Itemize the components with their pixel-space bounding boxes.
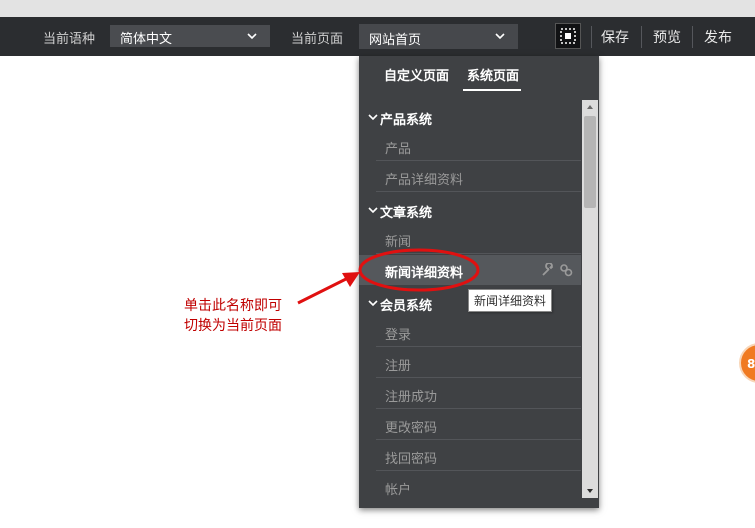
list-item-label: 找回密码: [385, 452, 438, 467]
list-item-label: 注册: [385, 359, 412, 374]
scroll-down-arrow-icon[interactable]: [582, 484, 598, 498]
publish-button[interactable]: 发布: [704, 27, 732, 47]
caret-down-icon: [368, 207, 378, 214]
list-item-label: 登录: [385, 328, 412, 343]
save-button[interactable]: 保存: [601, 27, 629, 47]
list-item-label: 帐户: [385, 483, 412, 498]
row-divider: [376, 470, 581, 471]
editor-toolbar: 当前语种 简体中文 当前页面 网站首页 保存 预览 发布: [0, 17, 755, 56]
list-item-label: 注册成功: [385, 390, 438, 405]
scroll-up-arrow-icon[interactable]: [582, 100, 598, 114]
row-divider: [376, 439, 581, 440]
scrollbar-thumb[interactable]: [584, 116, 596, 208]
annotation-line-1: 单击此名称即可: [184, 298, 282, 314]
group-header-article[interactable]: 文章系统: [359, 197, 581, 225]
list-item[interactable]: 注册: [359, 348, 581, 378]
toolbar-divider: [641, 26, 642, 48]
annotation-ellipse: [358, 248, 480, 292]
caret-down-icon: [368, 114, 378, 121]
active-tab-indicator: [463, 89, 521, 91]
dotted-square-icon: [560, 28, 576, 44]
tab-system-pages[interactable]: 系统页面: [467, 65, 519, 84]
group-title: 产品系统: [380, 113, 433, 128]
row-divider: [376, 160, 581, 161]
chevron-down-icon: [247, 33, 257, 40]
list-item[interactable]: 登录: [359, 317, 581, 347]
page-label: 当前页面: [291, 32, 344, 47]
list-item-label: 产品详细资料: [385, 173, 464, 188]
row-divider: [376, 191, 581, 192]
chevron-down-icon: [495, 33, 505, 40]
list-item[interactable]: 注册成功: [359, 379, 581, 409]
list-item[interactable]: 帐户: [359, 472, 581, 502]
page-select[interactable]: 网站首页: [359, 24, 518, 49]
link-icon[interactable]: [559, 263, 573, 277]
annotation-note: 单击此名称即可 切换为当前页面: [184, 296, 282, 336]
list-item[interactable]: 产品详细资料: [359, 162, 581, 192]
language-select-value: 简体中文: [120, 32, 173, 47]
group-header-product[interactable]: 产品系统: [359, 104, 581, 132]
toolbar-divider: [591, 26, 592, 48]
list-item-label: 产品: [385, 142, 412, 157]
wrench-icon[interactable]: [541, 263, 555, 277]
selection-mode-button[interactable]: [555, 23, 581, 49]
list-item-label: 更改密码: [385, 421, 438, 436]
language-select[interactable]: 简体中文: [110, 25, 270, 47]
group-title: 文章系统: [380, 206, 433, 221]
preview-button[interactable]: 预览: [653, 27, 681, 47]
list-item[interactable]: 更改密码: [359, 410, 581, 440]
toolbar-divider: [692, 26, 693, 48]
dropdown-tabs: 自定义页面 系统页面: [359, 56, 599, 94]
row-divider: [376, 408, 581, 409]
list-item[interactable]: 找回密码: [359, 441, 581, 471]
caret-down-icon: [368, 300, 378, 307]
page-select-value: 网站首页: [369, 33, 422, 48]
row-divider: [376, 377, 581, 378]
row-divider: [376, 346, 581, 347]
floating-badge[interactable]: 8: [739, 343, 755, 383]
group-title: 会员系统: [380, 299, 433, 314]
tab-custom-pages[interactable]: 自定义页面: [384, 65, 449, 84]
annotation-arrow-icon: [297, 272, 360, 305]
list-item[interactable]: 产品: [359, 131, 581, 161]
annotation-line-2: 切换为当前页面: [184, 318, 282, 334]
browser-top-strip: [0, 0, 755, 17]
dropdown-scrollbar[interactable]: [582, 100, 598, 498]
language-label: 当前语种: [43, 32, 96, 47]
badge-text: 8: [747, 357, 755, 371]
